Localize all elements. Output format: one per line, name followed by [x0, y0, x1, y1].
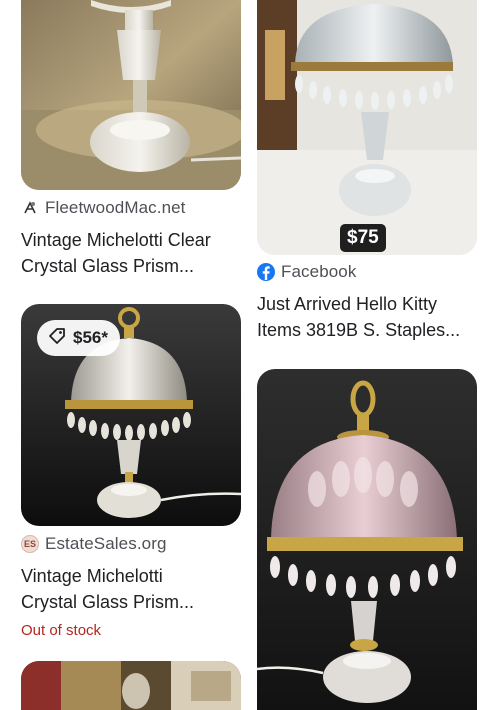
- result-thumbnail[interactable]: [257, 0, 477, 255]
- result-thumbnail[interactable]: [21, 661, 241, 710]
- stock-status: Out of stock: [21, 622, 102, 639]
- result-thumbnail[interactable]: [257, 369, 477, 710]
- result-title[interactable]: Just Arrived Hello Kitty Items 3819B S. …: [257, 291, 477, 343]
- result-source[interactable]: Facebook: [257, 261, 356, 283]
- price-badge: $75: [340, 224, 386, 252]
- result-source-name: EstateSales.org: [45, 534, 167, 553]
- price-text: $56*: [73, 328, 108, 347]
- result-source[interactable]: FleetwoodMac.net: [21, 197, 186, 219]
- result-source-name: Facebook: [281, 262, 357, 281]
- result-source-name: FleetwoodMac.net: [45, 198, 186, 217]
- facebook-icon: [257, 263, 275, 281]
- price-badge: $56*: [37, 320, 120, 356]
- estatesales-favicon-icon: ES: [21, 535, 39, 553]
- result-thumbnail[interactable]: [21, 0, 241, 190]
- result-source[interactable]: ES EstateSales.org: [21, 533, 167, 555]
- fleetwoodmac-favicon-icon: [21, 199, 39, 217]
- result-title[interactable]: Vintage Michelotti Clear Crystal Glass P…: [21, 227, 241, 279]
- result-title[interactable]: Vintage Michelotti Crystal Glass Prism..…: [21, 563, 241, 615]
- price-tag-icon: [47, 326, 67, 351]
